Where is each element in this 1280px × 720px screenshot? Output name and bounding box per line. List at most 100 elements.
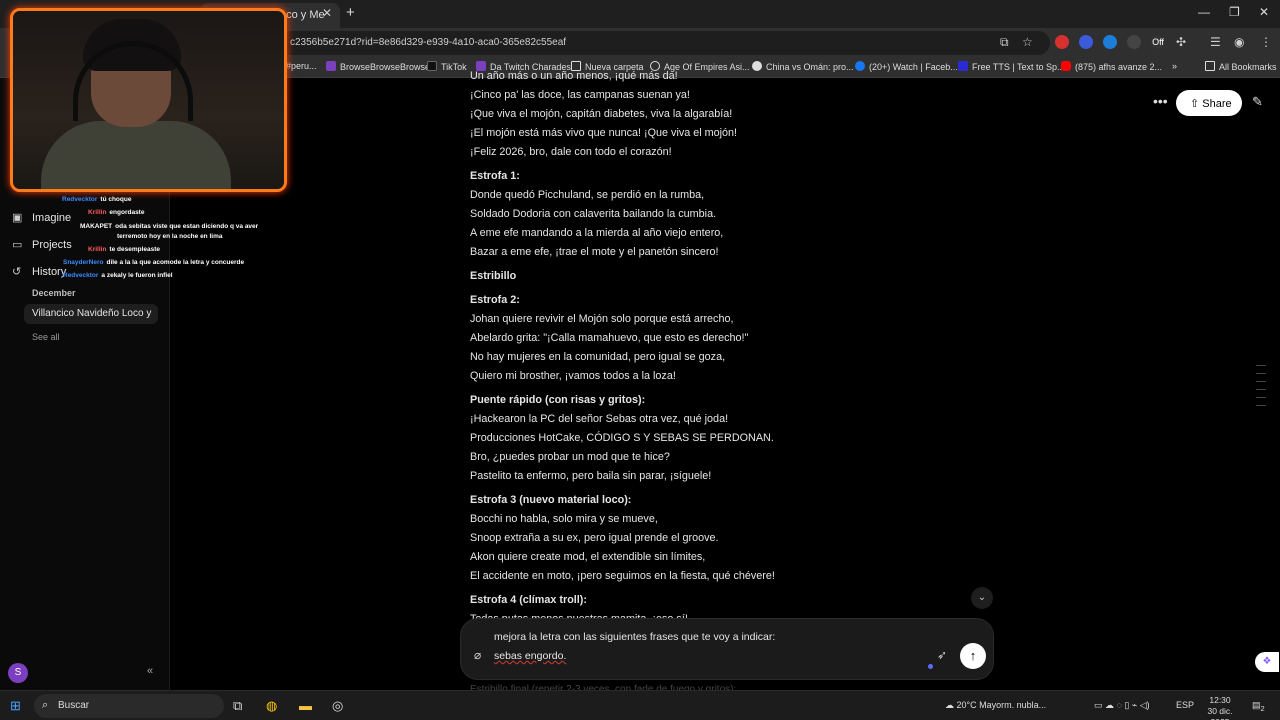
- install-app-icon[interactable]: ⧉: [1000, 35, 1009, 50]
- chat-text: te desempleaste: [109, 246, 161, 253]
- reading-list-icon[interactable]: ☰: [1210, 35, 1221, 49]
- collapse-sidebar-icon[interactable]: «: [147, 665, 153, 677]
- search-icon: ⌕: [42, 699, 49, 711]
- composer-text-line[interactable]: mejora la letra con las siguientes frase…: [494, 631, 775, 643]
- chat-message: Krillin te desempleaste: [88, 246, 160, 253]
- lyrics-line: Johan quiere revivir el Mojón solo porqu…: [470, 313, 734, 325]
- sidebar-item-projects[interactable]: ▭ Projects: [12, 238, 72, 251]
- lyrics-line: Bro, ¿puedes probar un mod que te hice?: [470, 451, 670, 463]
- ext-off-icon[interactable]: Off: [1151, 35, 1165, 49]
- bookmark-label: BrowseBrowseBrowse: [340, 62, 431, 72]
- lyrics-heading: Estrofa 2:: [470, 294, 520, 306]
- menu-dots-icon[interactable]: ⋮: [1260, 35, 1272, 49]
- composer[interactable]: mejora la letra con las siguientes frase…: [460, 618, 994, 680]
- taskbar-search[interactable]: ⌕ Buscar: [34, 694, 224, 718]
- new-tab-icon[interactable]: +: [346, 4, 355, 21]
- notifications-icon[interactable]: ▤2: [1252, 700, 1265, 713]
- clock-date: 30 dic. 2025: [1207, 706, 1233, 720]
- avatar[interactable]: S: [8, 663, 28, 683]
- attach-icon[interactable]: ⌀: [474, 648, 481, 662]
- ext-blue-icon[interactable]: [1079, 35, 1093, 49]
- history-section-label: December: [32, 288, 76, 298]
- bookmark-item[interactable]: BrowseBrowseBrowse: [326, 61, 430, 72]
- bookmarks-overflow-icon[interactable]: »: [1172, 61, 1177, 71]
- restore-icon[interactable]: ❐: [1229, 5, 1240, 19]
- floating-extension-icon[interactable]: ❖: [1255, 652, 1279, 672]
- folder-icon: [1205, 61, 1215, 71]
- extensions-puzzle-icon[interactable]: ✣: [1176, 35, 1186, 49]
- chrome-icon[interactable]: ◍: [266, 698, 277, 714]
- lyrics-line: ¡Que viva el mojón, capitán diabetes, vi…: [470, 108, 733, 120]
- send-button[interactable]: ↑: [960, 643, 986, 669]
- bookmark-item[interactable]: All Bookmarks: [1205, 61, 1277, 72]
- youtube-icon: [1061, 61, 1071, 71]
- chat-message: Redvecktor tú choque: [62, 196, 131, 203]
- status-dot: [928, 664, 933, 669]
- clock[interactable]: 12:30 30 dic. 2025: [1198, 695, 1242, 720]
- bookmark-item[interactable]: TikTok: [427, 61, 467, 72]
- bookmark-star-icon[interactable]: ☆: [1022, 35, 1033, 49]
- language-indicator[interactable]: ESP: [1176, 700, 1194, 710]
- lyrics-line: Abelardo grita: "¡Calla mamahuevo, que e…: [470, 332, 749, 344]
- chat-username: Krillin: [88, 209, 107, 216]
- new-chat-icon[interactable]: ✎: [1252, 94, 1263, 110]
- chat-username: SnayderNero: [63, 259, 104, 266]
- assistant-message: Un año más o un año menos, ¡qué más da! ¡…: [470, 70, 990, 632]
- webcam-overlay: [10, 8, 287, 192]
- obs-icon[interactable]: ◎: [332, 698, 343, 714]
- file-explorer-icon[interactable]: ▬: [299, 698, 312, 713]
- scroll-down-button[interactable]: ⌄: [971, 587, 993, 609]
- ext-red-icon[interactable]: [1055, 35, 1069, 49]
- chat-message: SnayderNero dile a la la que acomode la l…: [63, 259, 244, 266]
- share-button[interactable]: ⇧ Share: [1176, 90, 1242, 116]
- lyrics-line: Pastelito ta enfermo, pero baila sin par…: [470, 470, 712, 482]
- minimap-tick: [1256, 397, 1266, 398]
- sidebar-item-history[interactable]: ↺ History: [12, 265, 66, 278]
- chat-username: Krillin: [88, 246, 107, 253]
- more-options-icon[interactable]: •••: [1153, 93, 1168, 109]
- url-field[interactable]: c2356b5e271d?rid=8e86d329-e939-4a10-aca0…: [280, 31, 1050, 55]
- folder-icon: ▭: [12, 239, 23, 251]
- windows-start-icon[interactable]: ⊞: [10, 698, 21, 714]
- share-icon: ⇧: [1190, 98, 1203, 110]
- lyrics-heading: Puente rápido (con risas y gritos):: [470, 394, 646, 406]
- sidebar-item-label: History: [32, 266, 67, 278]
- sidebar-item-imagine[interactable]: ▣ Imagine: [12, 211, 71, 224]
- ext-white-icon[interactable]: [1127, 35, 1141, 49]
- ext-cyan-icon[interactable]: [1103, 35, 1117, 49]
- lyrics-line: Soldado Dodoria con calaverita bailando …: [470, 208, 717, 220]
- minimap-tick: [1256, 405, 1266, 406]
- weather-text: 20°C Mayorm. nubla...: [956, 700, 1047, 710]
- minimize-icon[interactable]: —: [1198, 5, 1210, 19]
- weather-widget[interactable]: ☁ 20°C Mayorm. nubla...: [945, 700, 1046, 711]
- history-chat-item[interactable]: Villancico Navideño Loco y: [24, 304, 158, 324]
- composer-text-line[interactable]: sebas engordo.: [494, 650, 566, 662]
- chat-message: Krillin engordaste: [88, 209, 144, 216]
- lyrics-line: ¡Hackearon la PC del señor Sebas otra ve…: [470, 413, 729, 425]
- minimap-tick: [1256, 381, 1266, 382]
- profile-icon[interactable]: ◉: [1234, 35, 1244, 49]
- see-all-link[interactable]: See all: [32, 332, 60, 342]
- minimap-tick: [1256, 373, 1266, 374]
- tray-icons[interactable]: ▭ ☁ ◌ ▯ ⌁ ◁): [1094, 700, 1150, 711]
- bookmark-item[interactable]: #peru...: [286, 61, 317, 71]
- bookmark-label: All Bookmarks: [1219, 62, 1277, 72]
- sidebar-item-label: Projects: [32, 239, 72, 251]
- lyrics-line: Bocchi no habla, solo mira y se mueve,: [470, 513, 658, 525]
- webcam-person-body: [41, 121, 231, 189]
- chat-message: MAKAPET oda sebitas viste que estan dicie…: [80, 223, 258, 230]
- close-window-icon[interactable]: ✕: [1259, 5, 1269, 19]
- lyrics-line: Un año más o un año menos, ¡qué más da!: [470, 70, 678, 82]
- lyrics-heading: Estrofa 3 (nuevo material loco):: [470, 494, 632, 506]
- lyrics-line: ¡Feliz 2026, bro, dale con todo el coraz…: [470, 146, 672, 158]
- tab-close-icon[interactable]: ✕: [322, 6, 332, 20]
- rocket-mode-icon[interactable]: ➶: [937, 648, 947, 662]
- chat-username: Redvecktor: [62, 196, 98, 203]
- bookmark-item[interactable]: (875) afhs avanze 2...: [1061, 61, 1162, 72]
- task-view-icon[interactable]: ⧉: [233, 698, 242, 714]
- cloud-icon: ☁: [945, 700, 957, 710]
- bookmark-label: (875) afhs avanze 2...: [1075, 62, 1163, 72]
- chat-text: a zekaly le fueron infiel: [101, 272, 173, 279]
- search-placeholder: Buscar: [58, 700, 90, 711]
- chat-message: terremoto hoy en la noche en lima: [117, 233, 222, 240]
